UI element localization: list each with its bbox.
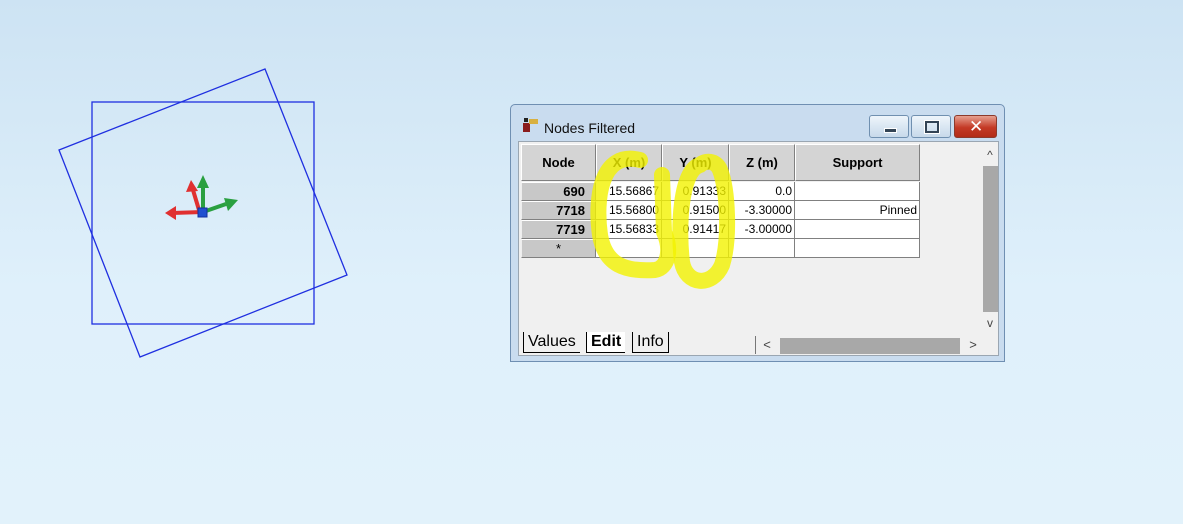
maximize-icon (924, 120, 940, 134)
chevron-up-icon[interactable]: ^ (981, 146, 998, 164)
close-button[interactable]: ✕ (954, 115, 997, 138)
title-bar[interactable]: Nodes Filtered ✕ (511, 105, 1004, 141)
row-header[interactable]: 7719 (521, 220, 596, 239)
grid-panel: Node X (m) Y (m) Z (m) Support 690 15.56… (518, 141, 999, 356)
new-row[interactable]: * (521, 239, 920, 258)
cell-support[interactable] (795, 239, 920, 258)
cell-y[interactable]: 0.91417 (662, 220, 729, 239)
horizontal-scroll-thumb[interactable] (780, 338, 960, 354)
cell-z[interactable]: -3.00000 (729, 220, 795, 239)
chevron-left-icon[interactable]: < (758, 336, 776, 354)
cell-support[interactable]: Pinned (795, 201, 920, 220)
window-title: Nodes Filtered (544, 120, 636, 136)
cell-z[interactable]: -3.30000 (729, 201, 795, 220)
table-row[interactable]: 7718 15.56800 0.91500 -3.30000 Pinned (521, 201, 920, 220)
sheet-tabs: Values Edit Info (519, 332, 751, 355)
cell-y[interactable]: 0.91500 (662, 201, 729, 220)
vertical-scrollbar[interactable]: ^ v (981, 144, 998, 332)
cell-x[interactable]: 15.56833 (596, 220, 662, 239)
new-row-marker[interactable]: * (521, 239, 596, 258)
col-header-y[interactable]: Y (m) (662, 144, 729, 181)
grid-rows: 690 15.56867 0.91333 0.0 7718 15.56800 0… (521, 182, 920, 258)
table-row[interactable]: 7719 15.56833 0.91417 -3.00000 (521, 220, 920, 239)
col-header-z[interactable]: Z (m) (729, 144, 795, 181)
axis-triad-icon (165, 175, 238, 220)
row-header[interactable]: 7718 (521, 201, 596, 220)
chevron-down-icon[interactable]: v (981, 314, 998, 332)
row-header[interactable]: 690 (521, 182, 596, 201)
minimize-button[interactable] (869, 115, 909, 138)
horizontal-scrollbar[interactable]: < > (755, 336, 982, 354)
app-icon (523, 118, 538, 132)
cell-y[interactable]: 0.91333 (662, 182, 729, 201)
grid-header: Node X (m) Y (m) Z (m) Support (521, 144, 920, 183)
maximize-button[interactable] (911, 115, 951, 138)
vertical-scroll-thumb[interactable] (983, 166, 998, 312)
tab-info[interactable]: Info (632, 332, 669, 353)
close-icon: ✕ (969, 117, 984, 137)
cell-x[interactable]: 15.56800 (596, 201, 662, 220)
table-row[interactable]: 690 15.56867 0.91333 0.0 (521, 182, 920, 201)
col-header-node[interactable]: Node (521, 144, 596, 181)
col-header-x[interactable]: X (m) (596, 144, 662, 181)
cell-y[interactable] (662, 239, 729, 258)
col-header-support[interactable]: Support (795, 144, 920, 181)
nodes-filtered-window[interactable]: Nodes Filtered ✕ Node X (m) Y (m) Z (m) … (510, 104, 1005, 362)
cell-x[interactable]: 15.56867 (596, 182, 662, 201)
cell-z[interactable] (729, 239, 795, 258)
cell-support[interactable] (795, 220, 920, 239)
cell-z[interactable]: 0.0 (729, 182, 795, 201)
tab-values[interactable]: Values (523, 332, 580, 353)
tab-edit[interactable]: Edit (586, 332, 626, 353)
minimize-icon (884, 128, 897, 133)
cell-x[interactable] (596, 239, 662, 258)
cell-support[interactable] (795, 182, 920, 201)
chevron-right-icon[interactable]: > (964, 336, 982, 354)
